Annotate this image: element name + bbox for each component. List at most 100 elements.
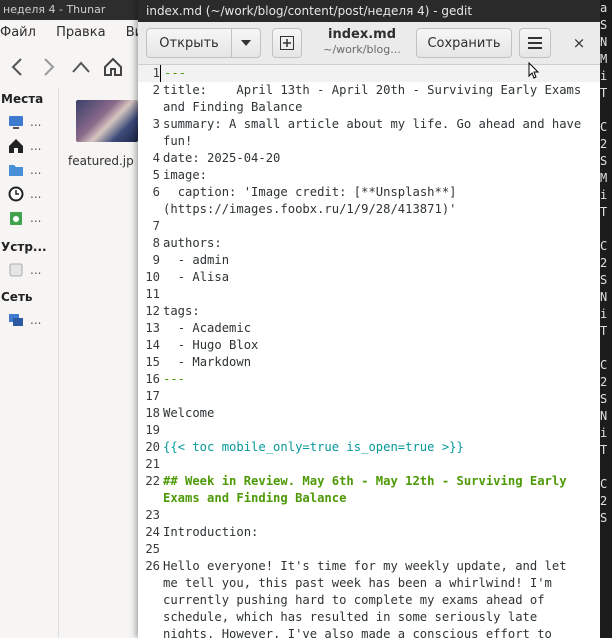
line-text bbox=[160, 422, 585, 439]
clock-icon bbox=[8, 186, 24, 202]
line-text: --- bbox=[160, 65, 586, 82]
editor-line[interactable]: 21 bbox=[138, 456, 600, 473]
forward-button[interactable] bbox=[36, 52, 62, 82]
editor-line[interactable]: 2 title: April 13th - April 20th - Surviv… bbox=[138, 82, 600, 116]
file-view: featured.jp bbox=[62, 100, 138, 168]
drive-icon bbox=[9, 263, 23, 277]
editor-line[interactable]: 8 authors: bbox=[138, 235, 600, 252]
devices-label: Устр... bbox=[1, 240, 47, 254]
editor-line[interactable]: 13 - Academic bbox=[138, 320, 600, 337]
line-number: 8 bbox=[152, 236, 160, 250]
editor-line[interactable]: 9 - admin bbox=[138, 252, 600, 269]
terminal-line: i bbox=[600, 188, 608, 202]
terminal-line: T bbox=[600, 443, 608, 457]
sidebar-item-label: ... bbox=[30, 115, 42, 129]
line-number: 10 bbox=[145, 270, 160, 284]
sidebar-item-folder[interactable]: ... bbox=[0, 158, 58, 182]
editor-line[interactable]: 14 - Hugo Blox bbox=[138, 337, 600, 354]
back-button[interactable] bbox=[4, 52, 30, 82]
line-number: 18 bbox=[145, 406, 160, 420]
editor-line[interactable]: 16 --- bbox=[138, 371, 600, 388]
terminal-line: 2 bbox=[600, 137, 608, 151]
terminal-line: S bbox=[600, 18, 608, 32]
terminal-line: C bbox=[600, 239, 608, 253]
line-text: - admin bbox=[163, 253, 230, 267]
editor-line[interactable]: 12 tags: bbox=[138, 303, 600, 320]
terminal-line: T bbox=[600, 86, 608, 100]
chevron-up-icon bbox=[72, 61, 90, 73]
menu-edit[interactable]: Правка bbox=[56, 25, 105, 40]
line-number: 23 bbox=[145, 508, 160, 522]
editor-line[interactable]: 15 - Markdown bbox=[138, 354, 600, 371]
line-text bbox=[160, 388, 585, 405]
editor-line[interactable]: 11 bbox=[138, 286, 600, 303]
file-item[interactable]: featured.jp bbox=[62, 100, 138, 168]
new-tab-button[interactable] bbox=[272, 28, 302, 58]
open-button[interactable]: Открыть bbox=[146, 28, 232, 58]
chevron-right-icon bbox=[44, 58, 55, 76]
save-button[interactable]: Сохранить bbox=[416, 28, 512, 58]
sidebar-item-home[interactable]: ... bbox=[0, 134, 58, 158]
sidebar-item-label: ... bbox=[30, 313, 42, 327]
line-text: - Hugo Blox bbox=[163, 338, 259, 352]
line-number: 5 bbox=[152, 168, 160, 182]
editor-line[interactable]: 5 image: bbox=[138, 167, 600, 184]
terminal-line: S bbox=[600, 273, 608, 287]
line-number: 2 bbox=[152, 83, 160, 97]
sidebar-item-recent[interactable]: ... bbox=[0, 182, 58, 206]
text-editor[interactable]: 1 --- 2 title: April 13th - April 20th - Su… bbox=[138, 65, 600, 638]
line-number: 14 bbox=[145, 338, 160, 352]
editor-line[interactable]: 26 Hello everyone! It's time for my weekl… bbox=[138, 558, 600, 638]
editor-line[interactable]: 24 Introduction: bbox=[138, 524, 600, 541]
editor-line[interactable]: 22 ## Week in Review. May 6th - May 12th … bbox=[138, 473, 600, 507]
menu-file[interactable]: Файл bbox=[0, 25, 36, 40]
home-button[interactable] bbox=[100, 52, 126, 82]
line-number: 7 bbox=[152, 219, 160, 233]
line-number: 3 bbox=[152, 117, 160, 131]
thunar-menubar: Файл Правка Вид bbox=[0, 20, 150, 46]
terminal-line: i bbox=[600, 426, 608, 440]
sidebar-item-trash[interactable]: ... bbox=[0, 206, 58, 230]
editor-line[interactable]: 4 date: 2025-04-20 bbox=[138, 150, 600, 167]
terminal-line: N bbox=[600, 290, 608, 304]
line-text: title: April 13th - April 20th - Survivi… bbox=[163, 83, 589, 114]
editor-line[interactable]: 7 bbox=[138, 218, 600, 235]
line-text: - Alisa bbox=[163, 270, 230, 284]
editor-line[interactable]: 20 {{< toc mobile_only=true is_open=true … bbox=[138, 439, 600, 456]
computer-icon bbox=[9, 116, 23, 129]
editor-line[interactable]: 6 caption: 'Image credit: [**Unsplash**]… bbox=[138, 184, 600, 218]
terminal-line: N bbox=[600, 35, 608, 49]
editor-line[interactable]: 17 bbox=[138, 388, 600, 405]
sidebar-item-drive[interactable]: ... bbox=[0, 258, 58, 282]
line-number: 13 bbox=[145, 321, 160, 335]
close-window-button[interactable]: × bbox=[564, 28, 594, 58]
editor-line[interactable]: 10 - Alisa bbox=[138, 269, 600, 286]
terminal-line: N bbox=[600, 409, 608, 423]
terminal-line: C bbox=[600, 477, 608, 491]
hamburger-menu-button[interactable] bbox=[519, 28, 551, 58]
line-text bbox=[160, 286, 585, 303]
chevron-left-icon bbox=[11, 58, 22, 76]
line-text: Hello everyone! It's time for my weekly … bbox=[163, 559, 574, 638]
thunar-sidebar: Места ... ... ... ... ... Устр... ... Се… bbox=[0, 88, 59, 638]
editor-line[interactable]: 25 bbox=[138, 541, 600, 558]
line-text bbox=[160, 456, 585, 473]
sidebar-item-network[interactable]: ... bbox=[0, 308, 58, 332]
chevron-down-icon bbox=[241, 40, 251, 46]
editor-line[interactable]: 23 bbox=[138, 507, 600, 524]
sidebar-item-label: ... bbox=[30, 211, 42, 225]
terminal-line: S bbox=[600, 511, 608, 525]
sidebar-item-computer[interactable]: ... bbox=[0, 110, 58, 134]
line-number: 25 bbox=[145, 542, 160, 556]
line-text: authors: bbox=[163, 236, 222, 250]
line-number: 6 bbox=[152, 185, 160, 199]
open-recent-button[interactable] bbox=[231, 28, 261, 58]
up-button[interactable] bbox=[68, 52, 94, 82]
document-title: index.md ~/work/blog... bbox=[314, 27, 410, 57]
editor-line[interactable]: 18 Welcome bbox=[138, 405, 600, 422]
editor-line[interactable]: 19 bbox=[138, 422, 600, 439]
terminal-line: i bbox=[600, 307, 608, 321]
document-name: index.md bbox=[327, 27, 396, 42]
editor-line[interactable]: 3 summary: A small article about my life.… bbox=[138, 116, 600, 150]
